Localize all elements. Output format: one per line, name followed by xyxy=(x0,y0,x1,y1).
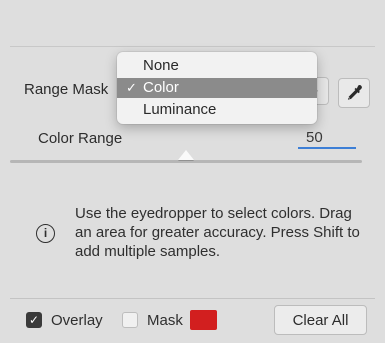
dropdown-item-color[interactable]: ✓ Color xyxy=(117,78,317,98)
color-range-slider-track[interactable] xyxy=(10,160,362,163)
color-range-label: Color Range xyxy=(38,130,123,147)
color-range-slider-thumb[interactable] xyxy=(178,150,194,160)
overlay-checkbox[interactable]: ✓ xyxy=(26,312,42,328)
bottom-divider xyxy=(10,298,375,299)
info-icon: i xyxy=(36,224,55,243)
color-range-value-field[interactable]: 50 xyxy=(298,129,356,149)
range-mask-panel: Range Mask ⌄ Color Range 50 i Use the ey… xyxy=(0,0,385,343)
dropdown-item-none[interactable]: None xyxy=(117,56,317,76)
dropdown-item-label: Luminance xyxy=(143,101,217,118)
clear-all-button[interactable]: Clear All xyxy=(274,305,367,335)
eyedropper-icon xyxy=(347,85,362,100)
overlay-label: Overlay xyxy=(51,312,103,329)
dropdown-item-luminance[interactable]: Luminance xyxy=(117,100,317,120)
top-divider xyxy=(10,46,375,47)
mask-checkbox[interactable] xyxy=(122,312,138,328)
range-mask-label: Range Mask xyxy=(24,81,109,98)
eyedropper-button[interactable] xyxy=(338,78,370,108)
mask-color-swatch[interactable] xyxy=(190,310,217,330)
dropdown-item-label: Color xyxy=(143,79,179,96)
info-text: Use the eyedropper to select colors. Dra… xyxy=(75,205,360,260)
range-mask-dropdown-menu: None ✓ Color Luminance xyxy=(117,52,317,124)
dropdown-item-label: None xyxy=(143,57,179,74)
checkmark-icon: ✓ xyxy=(126,80,137,95)
mask-label: Mask xyxy=(147,312,183,329)
